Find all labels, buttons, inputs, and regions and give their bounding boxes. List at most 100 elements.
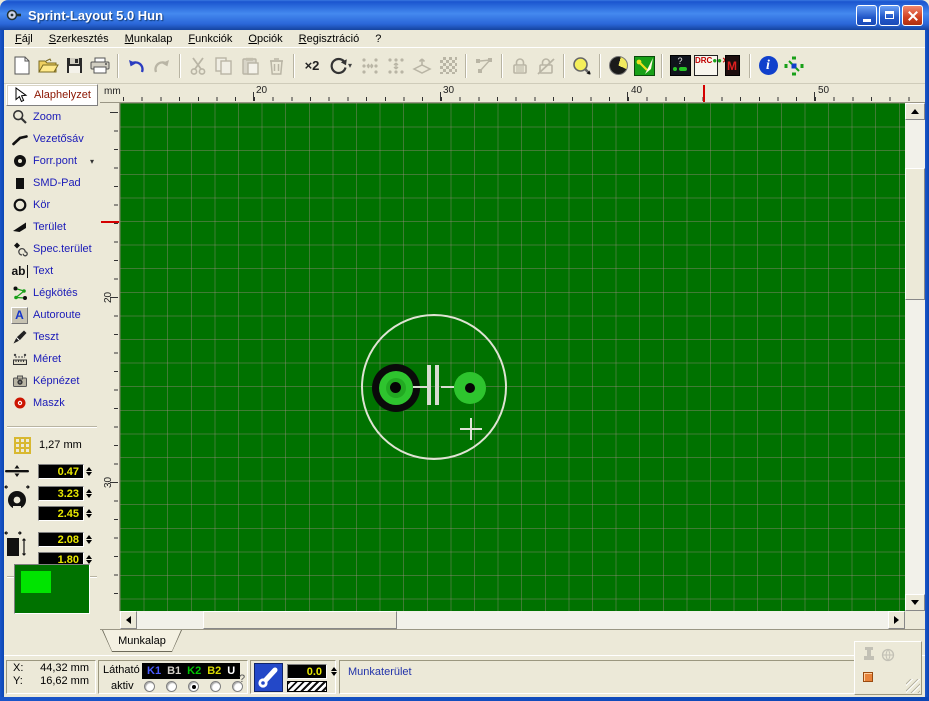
current-track-width[interactable]: 0.0 [287,664,327,679]
color-swatch[interactable] [863,672,873,682]
scroll-right-button[interactable] [888,611,905,629]
tool-measure[interactable]: Méret [4,348,100,370]
photoview-button[interactable] [605,53,631,79]
track-width-spinner[interactable] [331,664,337,678]
track-width-panel: 0.0 [250,660,337,694]
vertical-scrollbar[interactable] [905,103,925,611]
menu-functions[interactable]: Funkciók [181,32,239,46]
delete-button[interactable] [263,53,289,79]
routes-icon [633,55,655,76]
pad-drill-value[interactable]: 2.45 [38,505,84,521]
print-button[interactable] [87,53,113,79]
active-layer-radio-b1[interactable] [166,681,177,692]
picker-button[interactable] [781,53,807,79]
layer-chip-u[interactable]: U [227,665,235,677]
footprint-help-button[interactable]: ? [667,53,693,79]
paste-button[interactable] [237,53,263,79]
drc-button[interactable]: DRC●●✕ [693,53,729,79]
duplicate-button[interactable]: ×2 [299,53,325,79]
smd-width-spinner[interactable] [86,532,92,546]
menu-options[interactable]: Opciók [241,32,289,46]
tool-special-zone[interactable]: Spec.terület [4,238,100,260]
close-button[interactable] [902,4,923,26]
track-width-row: 0.47 [4,462,100,480]
connections-icon [475,57,494,75]
vertical-scroll-thumb[interactable] [905,168,925,300]
track-width-value[interactable]: 0.47 [38,463,84,479]
mirror-horizontal-button[interactable] [357,53,383,79]
rotate-dropdown[interactable]: ▾ [348,61,357,70]
mirror-vertical-button[interactable] [383,53,409,79]
footprint-help-icon: ? [669,55,691,76]
minimize-button[interactable] [856,4,877,26]
maximize-button[interactable] [879,4,900,26]
horizontal-scrollbar[interactable] [120,611,905,629]
tool-text[interactable]: ab Text [4,260,100,282]
pcb-canvas[interactable] [120,103,905,611]
pad-diameter-value[interactable]: 3.23 [38,485,84,501]
tool-zone[interactable]: Terület [4,216,100,238]
tool-default-pointer[interactable]: Alaphelyzet [6,84,98,106]
viewport-indicator[interactable] [21,571,51,593]
redo-button[interactable] [149,53,175,79]
scroll-up-button[interactable] [905,103,925,120]
zoom-button[interactable] [569,53,595,79]
origin-cross [470,418,472,440]
scroll-down-button[interactable] [905,594,925,611]
tool-autoroute[interactable]: A Autoroute [4,304,100,326]
unlock-button[interactable] [533,53,559,79]
coordinates-panel: X: 44,32 mm Y: 16,62 mm [6,660,96,694]
menu-board[interactable]: Munkalap [118,32,180,46]
tool-zoom[interactable]: Zoom [4,106,100,128]
new-button[interactable] [9,53,35,79]
layer-help[interactable]: ? [239,673,245,685]
tool-test[interactable]: Teszt [4,326,100,348]
track-width-spinner[interactable] [86,464,92,478]
active-layer-radio-k1[interactable] [144,681,155,692]
ruler-tick-label: 40 [631,85,643,96]
fill-pattern-swatch[interactable] [287,681,327,692]
layer-chip-b2[interactable]: B2 [207,665,221,677]
copy-button[interactable] [211,53,237,79]
active-layer-radio-k2[interactable] [188,681,199,692]
tool-airwire[interactable]: Légkötés [4,282,100,304]
pad-type-dropdown[interactable]: ▾ [90,157,94,166]
layer-chip-b1[interactable]: B1 [167,665,181,677]
resize-grip[interactable] [906,679,920,693]
tool-mask[interactable]: Maszk [4,392,100,414]
undo-button[interactable] [123,53,149,79]
tool-circle[interactable]: Kör [4,194,100,216]
stamp-icon[interactable] [861,646,877,662]
connections-button[interactable] [471,53,497,79]
layer-chip-k1[interactable]: K1 [147,665,161,677]
layer-chip-k2[interactable]: K2 [187,665,201,677]
info-button[interactable]: i [755,53,781,79]
scroll-left-button[interactable] [120,611,137,629]
tool-photoview[interactable]: Képnézet [4,370,100,392]
horizontal-scroll-thumb[interactable] [203,611,397,629]
menu-edit[interactable]: Szerkesztés [42,32,116,46]
zoom-tool-icon [11,109,28,126]
flip-side-button[interactable] [409,53,435,79]
menu-file[interactable]: Fájl [8,32,40,46]
tab-worksheet[interactable]: Munkalap [102,630,182,652]
cut-button[interactable] [185,53,211,79]
save-button[interactable] [61,53,87,79]
lock-button[interactable] [507,53,533,79]
macro-button[interactable]: M [719,53,745,79]
pad-drill-spinner[interactable] [86,506,92,520]
active-layer-radio-b2[interactable] [210,681,221,692]
board-overview[interactable] [14,564,90,614]
smd-width-value[interactable]: 2.08 [38,531,84,547]
grid-icon[interactable] [14,436,31,454]
autoroute-all-button[interactable] [631,53,657,79]
globe-icon[interactable] [881,648,895,662]
pad-diameter-spinner[interactable] [86,486,92,500]
menu-registration[interactable]: Regisztráció [292,32,367,46]
open-button[interactable] [35,53,61,79]
tool-pad[interactable]: Forr.pont ▾ [4,150,100,172]
tool-smd-pad[interactable]: SMD-Pad [4,172,100,194]
menu-help[interactable]: ? [368,32,388,46]
tool-track[interactable]: Vezetősáv [4,128,100,150]
array-button[interactable] [435,53,461,79]
